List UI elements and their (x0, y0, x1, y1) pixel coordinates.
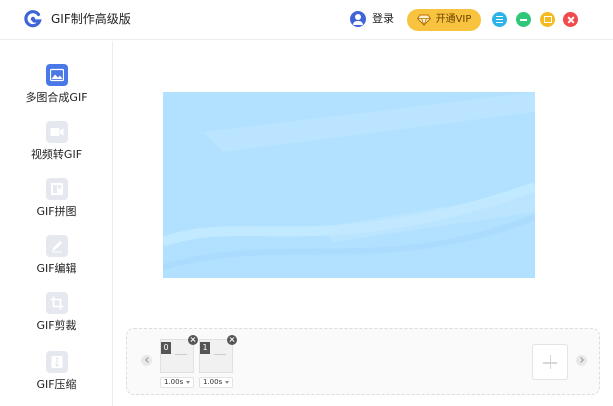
frame-duration-value: 1.00s (164, 378, 184, 386)
frame-thumbnail[interactable]: 0 (160, 335, 198, 373)
sidebar-item-label: 多图合成GIF (25, 91, 88, 104)
image-icon (46, 64, 68, 86)
chevron-down-icon (186, 381, 190, 384)
frame-duration-value: 1.00s (203, 378, 223, 386)
scroll-right-icon[interactable] (576, 355, 587, 366)
collage-icon (46, 178, 68, 200)
frame-index: 1 (200, 342, 210, 354)
add-frame-button[interactable] (532, 344, 568, 380)
frame-duration-select[interactable]: 1.00s (160, 377, 194, 388)
sidebar-item-gif-collage[interactable]: GIF拼图 (0, 178, 113, 228)
frame-timeline: 0 1.00s 1 1.00s (126, 328, 600, 395)
login-button[interactable]: 登录 (350, 11, 394, 27)
maximize-icon[interactable] (540, 12, 555, 27)
sidebar-item-video-to-gif[interactable]: 视频转GIF (0, 121, 113, 171)
minimize-icon[interactable] (516, 12, 531, 27)
sidebar-item-label: GIF编辑 (36, 262, 77, 275)
frame-thumbnail[interactable]: 1 (199, 335, 237, 373)
edit-icon (46, 235, 68, 257)
crop-icon (46, 292, 68, 314)
sidebar-item-label: GIF压缩 (36, 378, 77, 391)
sidebar-item-gif-edit[interactable]: GIF编辑 (0, 235, 113, 285)
compress-icon (46, 351, 68, 373)
sidebar-item-multi-image-gif[interactable]: 多图合成GIF (0, 64, 113, 114)
sidebar-item-gif-crop[interactable]: GIF剪裁 (0, 292, 113, 342)
delete-frame-icon[interactable] (188, 335, 198, 345)
sidebar-item-gif-compress[interactable]: GIF压缩 (0, 351, 113, 401)
preview-background-art (163, 92, 535, 270)
app-title: GIF制作高级版 (51, 12, 131, 26)
menu-icon[interactable] (492, 12, 507, 27)
user-icon (350, 11, 366, 27)
close-icon[interactable] (563, 12, 578, 27)
delete-frame-icon[interactable] (227, 335, 237, 345)
chevron-down-icon (225, 381, 229, 384)
scroll-left-icon[interactable] (141, 355, 152, 366)
frame-index: 0 (161, 342, 171, 354)
sidebar-item-label: GIF拼图 (36, 205, 77, 218)
vip-button[interactable]: 开通VIP (407, 9, 481, 31)
sidebar: 多图合成GIF 视频转GIF GIF拼图 GIF编辑 GIF剪裁 GIF压缩 (0, 41, 113, 406)
title-bar: GIF制作高级版 登录 开通VIP (0, 0, 613, 40)
vip-label: 开通VIP (435, 14, 472, 25)
video-icon (46, 121, 68, 143)
frame-duration-select[interactable]: 1.00s (199, 377, 233, 388)
gif-preview-canvas (163, 92, 535, 278)
login-label: 登录 (372, 12, 394, 25)
app-logo-icon (24, 10, 42, 28)
sidebar-item-label: 视频转GIF (30, 148, 83, 161)
diamond-icon (416, 14, 431, 26)
sidebar-item-label: GIF剪裁 (36, 319, 77, 332)
